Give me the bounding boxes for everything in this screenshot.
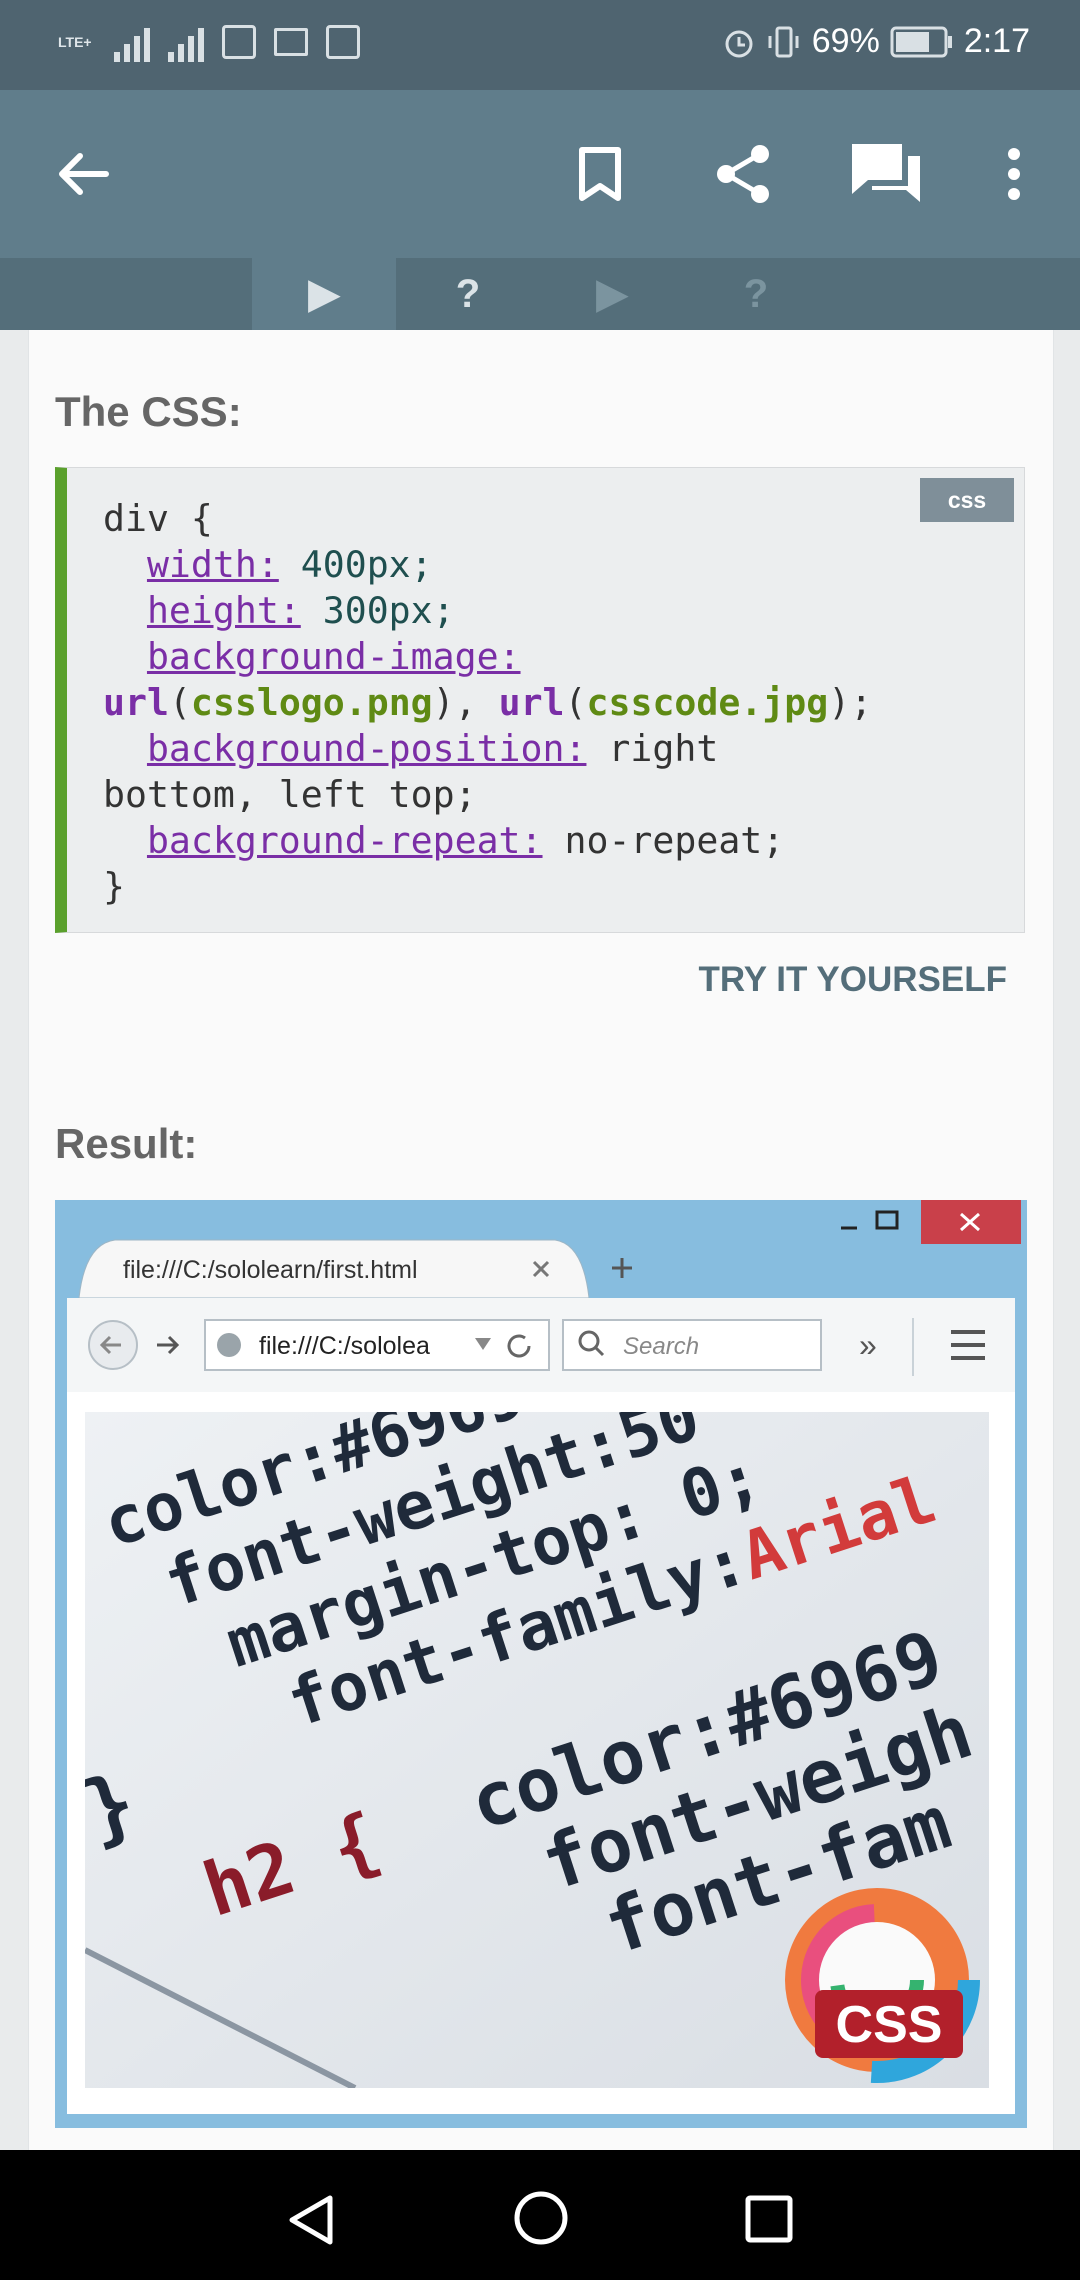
code-close-brace: } bbox=[103, 865, 125, 908]
code-block: css div { width: 400px; height: 300px; b… bbox=[55, 467, 1025, 933]
location-icon bbox=[325, 25, 360, 59]
browser-search-placeholder: Search bbox=[623, 1333, 699, 1360]
arrow-back-icon bbox=[59, 153, 109, 195]
tab-step-3[interactable]: ▶ bbox=[540, 258, 684, 330]
address-text: file:///C:/sololea bbox=[259, 1332, 430, 1360]
tab-step-4[interactable]: ? bbox=[684, 258, 828, 330]
code-value: right bbox=[586, 727, 719, 770]
code-string: csscode.jpg bbox=[586, 681, 829, 724]
share-button[interactable] bbox=[704, 134, 784, 214]
more-vert-icon bbox=[1008, 148, 1020, 200]
system-nav-bar bbox=[0, 2150, 1080, 2280]
browser-window-illustration: file:///C:/sololearn/first.html file:///… bbox=[67, 1200, 1021, 2114]
mail-icon bbox=[273, 28, 308, 56]
vibrate-icon bbox=[768, 26, 799, 57]
code-prop-width[interactable]: width: bbox=[147, 543, 279, 586]
nav-back-triangle-icon[interactable] bbox=[284, 2192, 336, 2248]
tab-step-1[interactable]: ▶ bbox=[252, 258, 396, 330]
code-value: no-repeat; bbox=[542, 819, 785, 862]
comments-button[interactable] bbox=[846, 134, 926, 214]
code-function: url bbox=[103, 681, 169, 724]
clock: 2:17 bbox=[963, 22, 1030, 60]
bookmark-button[interactable] bbox=[560, 134, 640, 214]
svg-text:CSS: CSS bbox=[836, 1996, 943, 2054]
new-tab-icon bbox=[612, 1258, 632, 1278]
code-selector: div { bbox=[103, 497, 213, 540]
result-image: file:///C:/sololearn/first.html file:///… bbox=[55, 1200, 1027, 2128]
result-heading: Result: bbox=[55, 1120, 198, 1167]
globe-icon bbox=[217, 1333, 241, 1357]
code-prop-background-position[interactable]: background-position: bbox=[147, 727, 587, 770]
comments-icon bbox=[852, 144, 920, 202]
code-string: csslogo.png bbox=[190, 681, 433, 724]
code-text: div { width: 400px; height: 300px; backg… bbox=[103, 497, 873, 908]
try-it-yourself-button[interactable]: TRY IT YOURSELF bbox=[698, 960, 1007, 1000]
status-bar: LTE+ 69% 2:17 bbox=[0, 0, 1080, 90]
bookmark-icon bbox=[579, 147, 621, 201]
nav-home-icon[interactable] bbox=[513, 2190, 569, 2246]
nfc-icon bbox=[221, 25, 256, 59]
battery-icon bbox=[890, 26, 952, 57]
browser-tab-title: file:///C:/sololearn/first.html bbox=[123, 1256, 418, 1284]
share-icon bbox=[717, 145, 769, 203]
code-value: bottom, left top; bbox=[103, 773, 477, 816]
code-function: url bbox=[498, 681, 565, 724]
back-button[interactable] bbox=[42, 134, 122, 214]
nav-recents-icon[interactable] bbox=[744, 2194, 794, 2244]
css-heading: The CSS: bbox=[55, 388, 242, 435]
code-prop-background-repeat[interactable]: background-repeat: bbox=[147, 819, 543, 862]
signal-2-icon bbox=[167, 22, 204, 62]
alarm-icon bbox=[725, 30, 753, 57]
more-button[interactable] bbox=[974, 134, 1054, 214]
code-prop-background-image[interactable]: background-image: bbox=[147, 635, 521, 678]
overflow-chevrons-icon: » bbox=[859, 1327, 877, 1363]
signal-icon bbox=[113, 22, 150, 62]
lesson-tabs: ▶ ? ▶ ? bbox=[0, 258, 1080, 330]
app-bar bbox=[0, 90, 1080, 258]
lesson-card: The CSS: css div { width: 400px; height:… bbox=[28, 330, 1054, 2150]
lte-label: LTE+ bbox=[58, 34, 92, 50]
tab-step-2[interactable]: ? bbox=[396, 258, 540, 330]
css-logo-badge: CSS bbox=[774, 1877, 980, 2083]
code-value: 300px; bbox=[300, 589, 455, 632]
code-prop-height[interactable]: height: bbox=[147, 589, 301, 632]
code-value: 400px; bbox=[278, 543, 433, 586]
battery-percent: 69% bbox=[811, 22, 880, 60]
code-language-badge: css bbox=[920, 478, 1014, 522]
